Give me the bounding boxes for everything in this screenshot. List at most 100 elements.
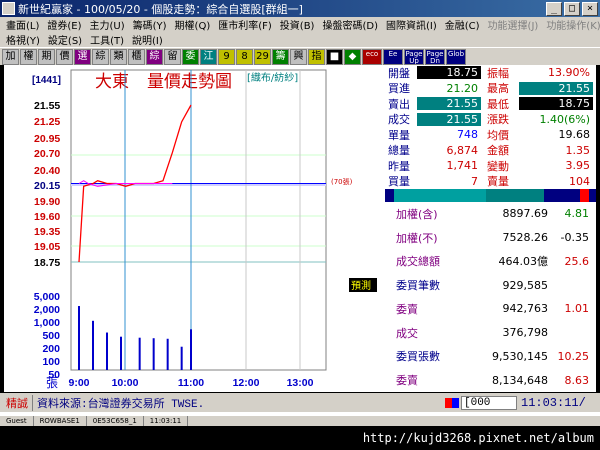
menu-item[interactable]: 格視(Y) — [2, 32, 44, 47]
stats-label: 委賣 — [396, 374, 418, 388]
quote-value: 19.68 — [558, 128, 591, 142]
menu-item[interactable]: 籌碼(Y) — [129, 17, 171, 32]
forecast-badge-label: 預測 — [351, 279, 371, 292]
toolbar-button[interactable]: 櫃 — [128, 48, 145, 65]
toolbar-button[interactable]: 加 — [2, 48, 19, 65]
toolbar-button[interactable]: Glob — [446, 48, 466, 65]
toolbar-button[interactable]: 類 — [110, 48, 127, 65]
stats-value: 464.03億 — [498, 255, 549, 269]
volume-unit: 張 — [46, 376, 58, 390]
menu-item[interactable]: 工具(T) — [86, 32, 128, 47]
menu-item[interactable]: 功能選擇(J) — [484, 17, 543, 32]
close-button[interactable]: × — [582, 1, 598, 16]
stats-value: 929,585 — [502, 278, 549, 292]
taskbar-item[interactable]: 0E53C658_1 — [87, 416, 144, 426]
volume-tick-label: 200 — [42, 343, 60, 355]
menu-row-2: 格視(Y) 設定(S) 工具(T) 說明(I) — [0, 32, 600, 47]
taskbar: Guest ROWBASE1 0E53C658_1 11:03:11 — [0, 416, 600, 426]
volume-tick-label: 1,000 — [34, 317, 60, 329]
stats-row: 委賣 942,763 1.01 — [385, 297, 596, 321]
menu-item[interactable]: 操盤密碼(D) — [318, 17, 382, 32]
toolbar-button[interactable]: 委 — [182, 48, 199, 65]
menu-item[interactable]: 主力(U) — [86, 17, 129, 32]
price-tick-label: 20.15 — [34, 180, 60, 192]
toolbar-button[interactable]: 指 — [308, 48, 325, 65]
menu-item[interactable]: 金融(C) — [441, 17, 484, 32]
stats-change: 4.81 — [564, 207, 590, 221]
menu-item[interactable]: 設定(S) — [44, 32, 86, 47]
quote-row: 賣出 21.55 最低 18.75 — [385, 96, 596, 112]
quote-value: 1.40(6%) — [539, 112, 590, 126]
data-source-text: 資料來源:台灣證券交易所 TWSE. — [37, 398, 205, 411]
taskbar-item[interactable]: 11:03:11 — [144, 416, 189, 426]
toolbar-button[interactable]: 權 — [20, 48, 37, 65]
status-label: 精誠 — [0, 394, 33, 411]
toolbar-button[interactable]: 興 — [290, 48, 307, 65]
stock-category: [織布/紡紗] — [247, 71, 298, 84]
menu-bar: 畫面(L) 證券(E) 主力(U) 籌碼(Y) 期權(Q) 匯市利率(F) 投資(B) 操盤密… — [0, 17, 600, 47]
toolbar-button[interactable]: Page Up — [404, 48, 424, 65]
price-tick-label: 21.25 — [34, 116, 60, 128]
taskbar-item[interactable]: ROWBASE1 — [34, 416, 87, 426]
price-tick-label: 18.75 — [34, 257, 60, 269]
menu-item[interactable]: 國際資訊(I) — [382, 17, 441, 32]
stats-row: 委賣 8,134,648 8.63 — [385, 368, 596, 392]
stats-value: 376,798 — [502, 326, 549, 340]
price-tick-label: 19.35 — [34, 226, 60, 238]
menu-item[interactable]: 畫面(L) — [2, 17, 43, 32]
menu-item[interactable]: 匯市利率(F) — [214, 17, 276, 32]
quote-label: 振幅 — [487, 66, 509, 80]
quote-value: 18.75 — [519, 97, 593, 111]
quote-value: 1,741 — [446, 159, 479, 173]
toolbar-button[interactable]: 29 — [254, 48, 271, 65]
toolbar-button[interactable]: 江 — [200, 48, 217, 65]
minimize-button[interactable]: _ — [546, 1, 562, 16]
quote-label: 最低 — [487, 97, 509, 111]
toolbar-button[interactable]: 9 — [218, 48, 235, 65]
stats-label: 加權(不) — [396, 231, 438, 245]
stats-label: 加權(含) — [396, 207, 438, 221]
toolbar-button[interactable]: Ee — [383, 48, 403, 65]
quote-label: 賣量 — [487, 175, 509, 189]
quote-label: 變動 — [487, 159, 509, 173]
price-volume-chart: [1441] 大東 量價走勢圖 [織布/紡紗] 21.55 21.25 20.95 20.70… — [32, 69, 377, 390]
stats-row: 委買張數 9,530,145 10.25 — [385, 345, 596, 369]
toolbar-button[interactable]: 8 — [236, 48, 253, 65]
toolbar-button[interactable]: 綜 — [146, 48, 163, 65]
toolbar-button[interactable]: 價 — [56, 48, 73, 65]
quote-value: 7 — [471, 174, 478, 188]
toolbar-button[interactable]: Page Dn — [425, 48, 445, 65]
toolbar-button[interactable]: 籌 — [272, 48, 289, 65]
toolbar-button[interactable]: 留 — [164, 48, 181, 65]
toolbar-button[interactable]: ■ — [326, 48, 343, 65]
quote-label: 賣出 — [388, 97, 410, 111]
volume-tick-label: 2,000 — [34, 304, 60, 316]
stats-change: -0.35 — [560, 231, 589, 245]
time-tick-label: 11:00 — [178, 377, 204, 389]
stats-label: 成交總額 — [396, 255, 440, 269]
stats-row: 加權(不) 7528.26 -0.35 — [385, 226, 596, 250]
stock-id: [1441] — [32, 75, 61, 86]
taskbar-item[interactable]: Guest — [0, 416, 34, 426]
stats-change: 8.63 — [564, 373, 590, 387]
menu-item[interactable]: 證券(E) — [43, 17, 85, 32]
volume-unit-label: (70張) — [331, 178, 353, 186]
stats-value: 9,530,145 — [492, 349, 548, 363]
price-tick-label: 19.05 — [34, 241, 60, 253]
quote-label: 單量 — [388, 128, 410, 142]
menu-item[interactable]: 功能操作(K) — [542, 17, 600, 32]
menu-item[interactable]: 投資(B) — [276, 17, 319, 32]
bid-ask-color-bar — [385, 189, 596, 202]
maximize-button[interactable]: □ — [564, 1, 580, 16]
quote-label: 最高 — [487, 82, 509, 96]
toolbar-button[interactable]: eco — [362, 48, 382, 65]
toolbar-button[interactable]: 期 — [38, 48, 55, 65]
menu-item[interactable]: 期權(Q) — [171, 17, 215, 32]
price-tick-label: 20.70 — [34, 148, 60, 160]
toolbar-button[interactable]: 選 — [74, 48, 91, 65]
time-tick-label: 13:00 — [287, 377, 314, 389]
quote-row: 開盤 18.75 振幅 13.90% — [385, 65, 596, 81]
toolbar-button[interactable]: ◆ — [344, 48, 361, 65]
menu-item[interactable]: 說明(I) — [128, 32, 167, 47]
toolbar-button[interactable]: 綜 — [92, 48, 109, 65]
